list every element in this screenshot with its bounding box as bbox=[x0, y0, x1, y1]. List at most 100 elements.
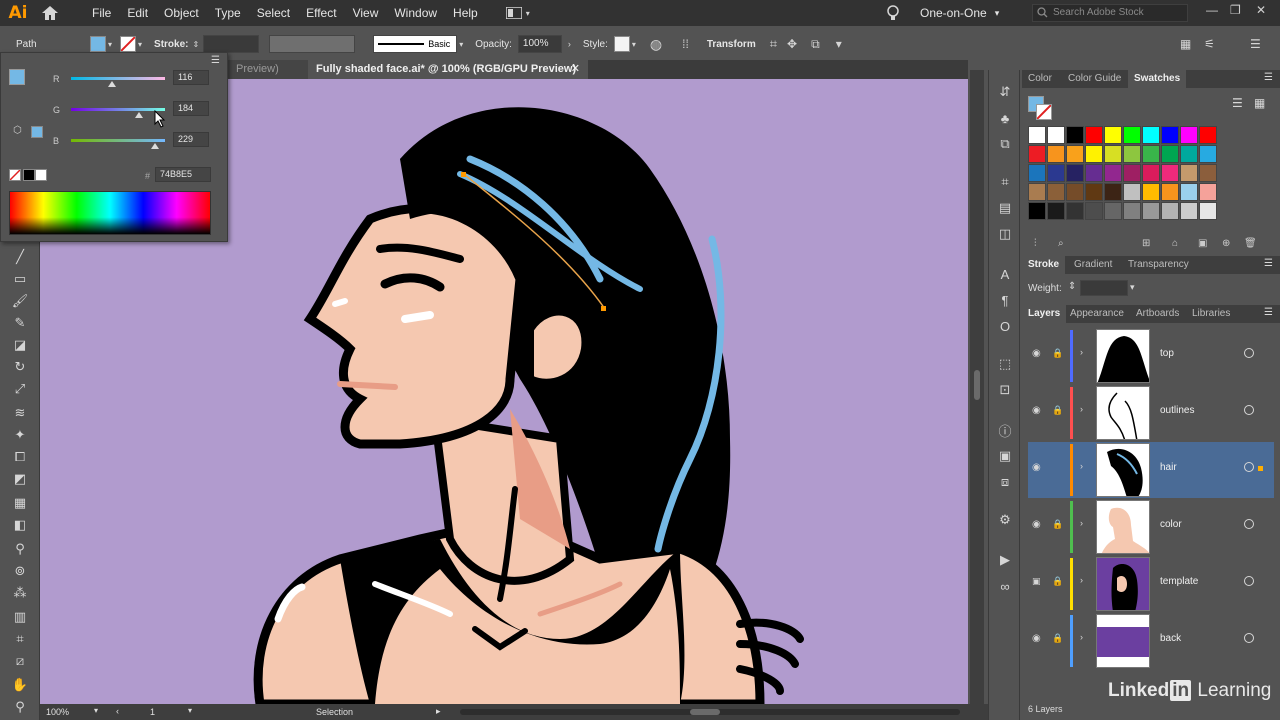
expand-arrow-icon[interactable]: › bbox=[1080, 404, 1083, 414]
transform-icon[interactable]: ⌗ bbox=[997, 174, 1013, 190]
layer-row-back[interactable]: ◉ 🔒 › back bbox=[1028, 613, 1274, 669]
hand-tool-icon[interactable]: ✋ bbox=[10, 676, 30, 694]
new-swatch-icon[interactable]: ⊕ bbox=[1222, 238, 1230, 249]
fill-color-swatch[interactable] bbox=[9, 69, 25, 85]
layer-row-template[interactable]: ▣ 🔒 › template bbox=[1028, 556, 1274, 612]
expand-arrow-icon[interactable]: › bbox=[1080, 461, 1083, 471]
pathfinder-icon[interactable]: ◫ bbox=[997, 226, 1013, 242]
color-swatch[interactable] bbox=[1066, 183, 1084, 201]
list-view-icon[interactable]: ☰ bbox=[1232, 96, 1243, 110]
column-graph-tool-icon[interactable]: ▥ bbox=[10, 608, 30, 626]
color-swatch[interactable] bbox=[1180, 126, 1198, 144]
eye-icon[interactable]: ◉ bbox=[1032, 519, 1044, 531]
layer-row-color[interactable]: ◉ 🔒 › color bbox=[1028, 499, 1274, 555]
color-swatch[interactable] bbox=[1142, 183, 1160, 201]
r-slider-thumb[interactable] bbox=[108, 81, 116, 87]
stroke-weight-field[interactable] bbox=[203, 35, 260, 53]
color-swatch[interactable] bbox=[1180, 183, 1198, 201]
gear-icon[interactable]: ⚙ bbox=[997, 512, 1013, 528]
color-swatch[interactable] bbox=[1047, 183, 1065, 201]
home-icon[interactable] bbox=[36, 0, 64, 26]
color-swatch[interactable] bbox=[1066, 202, 1084, 220]
lock-icon[interactable]: 🔒 bbox=[1052, 576, 1063, 587]
eye-icon[interactable]: ◉ bbox=[1032, 633, 1044, 645]
menu-object[interactable]: Object bbox=[156, 0, 207, 26]
tab-swatches[interactable]: Swatches bbox=[1128, 70, 1187, 88]
eye-icon[interactable]: ◉ bbox=[1032, 462, 1044, 474]
chevron-right-icon[interactable]: › bbox=[568, 39, 571, 49]
previous-artboard-icon[interactable]: ‹ bbox=[116, 706, 119, 716]
color-swatch[interactable] bbox=[1123, 126, 1141, 144]
close-tab-icon[interactable]: ✕ bbox=[571, 60, 580, 79]
transform-button[interactable]: Transform bbox=[707, 39, 756, 50]
black-swatch[interactable] bbox=[23, 169, 35, 181]
panel-menu-icon[interactable]: ☰ bbox=[1264, 72, 1273, 83]
variable-width-field[interactable] bbox=[269, 35, 356, 53]
width-tool-icon[interactable]: ≋ bbox=[10, 404, 30, 422]
color-swatch[interactable] bbox=[1123, 202, 1141, 220]
symbol-sprayer-tool-icon[interactable]: ⁂ bbox=[10, 584, 30, 602]
color-swatch[interactable] bbox=[1161, 145, 1179, 163]
image-trace-icon[interactable]: ⊡ bbox=[997, 382, 1013, 398]
paragraph-icon[interactable]: ¶ bbox=[997, 292, 1013, 308]
align-icon[interactable]: ⁞⁞ bbox=[682, 37, 689, 51]
color-swatch[interactable] bbox=[1066, 164, 1084, 182]
expand-arrow-icon[interactable]: › bbox=[1080, 575, 1083, 585]
puppet-warp-icon[interactable]: ✥ bbox=[787, 37, 797, 51]
none-swatch[interactable] bbox=[9, 169, 21, 181]
color-swatch[interactable] bbox=[1104, 202, 1122, 220]
new-color-group-icon[interactable]: ▣ bbox=[1198, 238, 1207, 249]
stepper-icon[interactable]: ⇕ bbox=[192, 40, 199, 49]
asset-export-icon[interactable]: ⬚ bbox=[997, 356, 1013, 372]
color-swatch[interactable] bbox=[1104, 164, 1122, 182]
lightbulb-icon[interactable] bbox=[886, 4, 900, 25]
color-swatch[interactable] bbox=[1085, 126, 1103, 144]
stroke-swatch[interactable] bbox=[120, 36, 137, 52]
tab-other-document[interactable]: Preview) ✕ bbox=[228, 60, 308, 94]
tab-layers[interactable]: Layers bbox=[1022, 305, 1067, 323]
recolor-artwork-icon[interactable]: ◍ bbox=[650, 36, 662, 53]
b-slider-thumb[interactable] bbox=[151, 143, 159, 149]
panel-menu-icon[interactable]: ☰ bbox=[1264, 258, 1273, 269]
color-swatch[interactable] bbox=[1199, 183, 1217, 201]
color-swatch[interactable] bbox=[1123, 164, 1141, 182]
menu-select[interactable]: Select bbox=[249, 0, 298, 26]
selection-indicator[interactable] bbox=[1258, 466, 1263, 471]
graphic-styles-icon[interactable]: ⧉ bbox=[997, 136, 1013, 152]
swatches-stroke-swatch[interactable] bbox=[1036, 104, 1052, 120]
cube-icon[interactable]: ⬡ bbox=[13, 125, 22, 136]
menu-edit[interactable]: Edit bbox=[119, 0, 156, 26]
artboard-number-field[interactable]: 1 bbox=[150, 707, 155, 717]
expand-arrow-icon[interactable]: › bbox=[1080, 347, 1083, 357]
tab-color[interactable]: Color bbox=[1022, 70, 1058, 88]
chevron-down-icon[interactable]: ▾ bbox=[138, 40, 142, 49]
lock-icon[interactable]: 🔒 bbox=[1052, 348, 1063, 359]
color-swatch[interactable] bbox=[1161, 164, 1179, 182]
chevron-down-icon[interactable]: ▾ bbox=[94, 706, 98, 715]
link-icon[interactable]: ∞ bbox=[997, 578, 1013, 594]
color-swatch[interactable] bbox=[1199, 164, 1217, 182]
puppet-warp-tool-icon[interactable]: ✦ bbox=[10, 426, 30, 444]
color-group-icon[interactable]: ⌂ bbox=[1172, 238, 1178, 249]
tab-color-guide[interactable]: Color Guide bbox=[1062, 70, 1127, 88]
layer-name[interactable]: hair bbox=[1160, 462, 1177, 473]
menu-help[interactable]: Help bbox=[445, 0, 486, 26]
color-swatch[interactable] bbox=[1142, 126, 1160, 144]
color-swatch[interactable] bbox=[1047, 145, 1065, 163]
tab-stroke[interactable]: Stroke bbox=[1022, 256, 1066, 274]
layer-name[interactable]: top bbox=[1160, 348, 1174, 359]
links-icon[interactable]: ⧈ bbox=[997, 474, 1013, 490]
zoom-level-field[interactable]: 100% bbox=[46, 707, 69, 717]
tab-gradient[interactable]: Gradient bbox=[1068, 256, 1118, 274]
color-swatch[interactable] bbox=[1066, 145, 1084, 163]
lock-icon[interactable]: 🔒 bbox=[1052, 519, 1063, 530]
document-info-icon[interactable]: ▣ bbox=[997, 448, 1013, 464]
white-swatch[interactable] bbox=[35, 169, 47, 181]
color-swatch[interactable] bbox=[1161, 202, 1179, 220]
chevron-down-icon[interactable]: ▾ bbox=[632, 40, 636, 49]
target-icon[interactable] bbox=[1244, 633, 1254, 643]
color-swatch[interactable] bbox=[1028, 183, 1046, 201]
lock-icon[interactable]: 🔒 bbox=[1052, 633, 1063, 644]
info-icon[interactable]: ⓘ bbox=[997, 422, 1013, 439]
color-swatch[interactable] bbox=[1161, 183, 1179, 201]
